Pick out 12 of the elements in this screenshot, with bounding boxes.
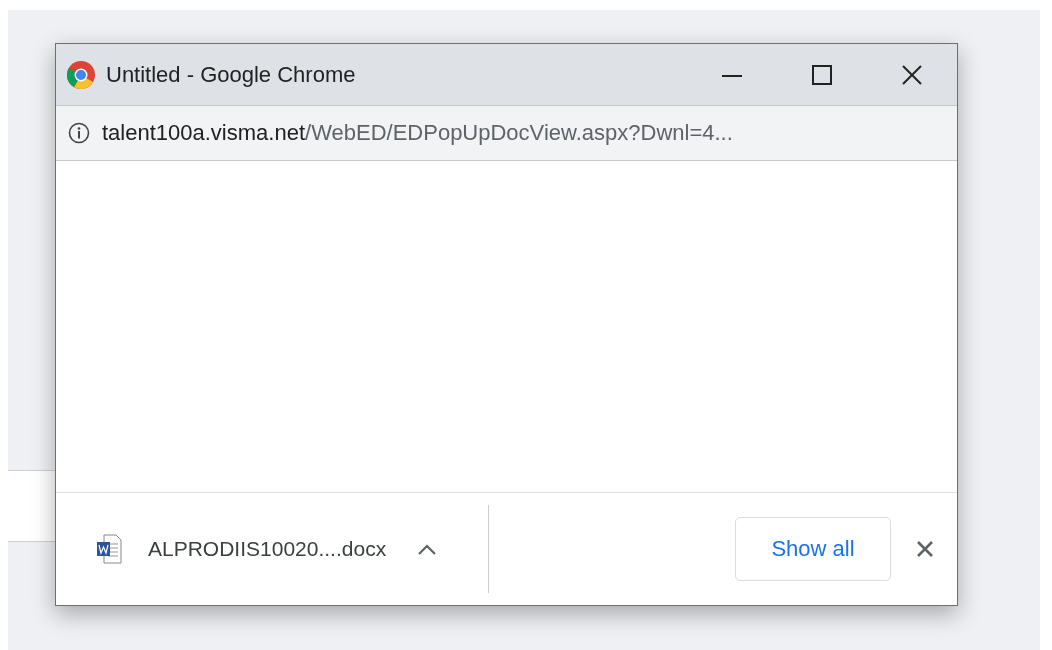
show-all-button[interactable]: Show all xyxy=(735,517,891,581)
close-icon[interactable] xyxy=(900,62,924,87)
browser-logo-icon xyxy=(66,59,96,90)
url-host: talent100a.visma.net xyxy=(102,120,306,146)
document-icon xyxy=(96,534,122,564)
url-path: /WebED/EDPopUpDocView.aspx?Dwnl=4... xyxy=(305,120,733,146)
close-icon[interactable] xyxy=(915,539,935,559)
address-bar[interactable]: talent100a.visma.net/WebED/EDPopUpDocView.aspx?Dwnl=4... xyxy=(56,106,957,161)
window-title: Untitled - Google Chrome xyxy=(106,61,357,88)
info-icon xyxy=(68,122,90,144)
maximize-icon[interactable] xyxy=(810,62,834,87)
download-filename[interactable]: ALPRODIIS10020....docx xyxy=(148,537,387,561)
